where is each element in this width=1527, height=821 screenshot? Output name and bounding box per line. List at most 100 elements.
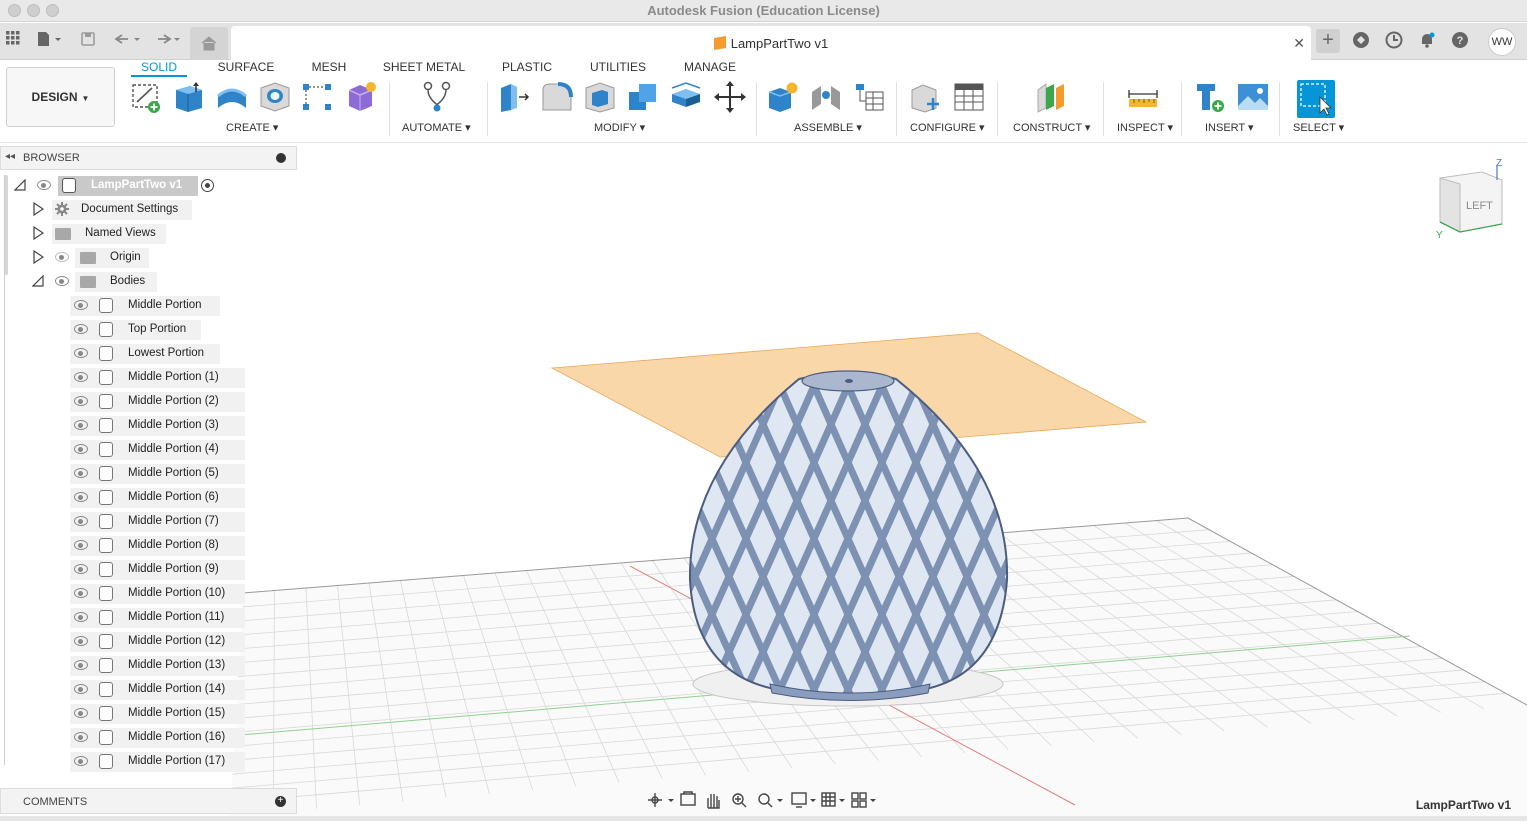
tree-item-origin[interactable]: Origin	[0, 247, 297, 268]
revolve-icon[interactable]	[215, 80, 249, 114]
create-group-label[interactable]: CREATE ▾	[226, 121, 278, 134]
tab-solid[interactable]: SOLID	[131, 60, 187, 77]
visibility-eye-icon[interactable]	[74, 684, 88, 694]
visibility-eye-icon[interactable]	[74, 564, 88, 574]
visibility-eye-icon[interactable]	[74, 540, 88, 550]
visibility-eye-icon[interactable]	[74, 612, 88, 622]
select-group-label[interactable]: SELECT ▾	[1293, 121, 1344, 134]
offset-face-icon[interactable]	[669, 80, 703, 114]
assemble-group-label[interactable]: ASSEMBLE ▾	[794, 121, 862, 134]
joint-icon[interactable]	[809, 80, 843, 114]
home-tab[interactable]	[190, 27, 228, 60]
tree-item-body[interactable]: Middle Portion (5)	[0, 463, 297, 484]
offset-plane-icon[interactable]	[1034, 80, 1068, 114]
hole-icon[interactable]	[258, 80, 292, 114]
tab-surface[interactable]: SURFACE	[215, 60, 277, 77]
hidden-eye-icon[interactable]	[55, 252, 69, 262]
insert-canvas-icon[interactable]	[1236, 80, 1270, 114]
combine-icon[interactable]	[626, 80, 660, 114]
browser-options-icon[interactable]	[276, 153, 286, 163]
visibility-eye-icon[interactable]	[74, 420, 88, 430]
visibility-eye-icon[interactable]	[74, 708, 88, 718]
visibility-eye-icon[interactable]	[74, 732, 88, 742]
view-cube[interactable]: LEFT Z Y	[1432, 158, 1512, 241]
visibility-eye-icon[interactable]	[74, 444, 88, 454]
press-pull-icon[interactable]	[497, 80, 531, 114]
visibility-eye-icon[interactable]	[74, 372, 88, 382]
visibility-eye-icon[interactable]	[74, 588, 88, 598]
automate-icon[interactable]	[420, 80, 454, 114]
workspace-switcher-button[interactable]: DESIGN ▼	[6, 67, 115, 127]
extrude-icon[interactable]	[172, 80, 206, 114]
modify-group-label[interactable]: MODIFY ▾	[594, 121, 645, 134]
tree-item-body[interactable]: Middle Portion (6)	[0, 487, 297, 508]
add-comment-icon[interactable]: +	[275, 796, 286, 807]
tree-item-named-views[interactable]: Named Views	[0, 223, 297, 244]
visibility-eye-icon[interactable]	[74, 468, 88, 478]
visibility-eye-icon[interactable]	[74, 660, 88, 670]
move-copy-icon[interactable]	[713, 80, 747, 114]
tab-sheet-metal[interactable]: SHEET METAL	[381, 60, 467, 77]
bill-of-materials-icon[interactable]	[852, 80, 886, 114]
save-icon[interactable]	[77, 31, 99, 51]
tree-item-body[interactable]: Middle Portion (14)	[0, 679, 297, 700]
inspect-group-label[interactable]: INSPECT ▾	[1117, 121, 1173, 134]
undo-icon[interactable]	[110, 31, 144, 51]
visibility-eye-icon[interactable]	[74, 396, 88, 406]
tab-plastic[interactable]: PLASTIC	[497, 60, 557, 77]
shell-icon[interactable]	[583, 80, 617, 114]
configuration-table-icon[interactable]	[952, 80, 986, 114]
tree-item-body[interactable]: Middle Portion (11)	[0, 607, 297, 628]
help-icon[interactable]: ?	[1449, 31, 1471, 51]
insert-group-label[interactable]: INSERT ▾	[1205, 121, 1254, 134]
window-select-button[interactable]	[1297, 80, 1335, 118]
tree-root[interactable]: LampPartTwo v1	[0, 175, 297, 196]
configure-group-label[interactable]: CONFIGURE ▾	[910, 121, 985, 134]
tree-item-body[interactable]: Middle Portion (7)	[0, 511, 297, 532]
tree-item-body[interactable]: Middle Portion (12)	[0, 631, 297, 652]
construct-group-label[interactable]: CONSTRUCT ▾	[1013, 121, 1090, 134]
extensions-icon[interactable]	[1350, 31, 1372, 51]
file-menu-icon[interactable]	[33, 31, 65, 51]
tree-item-body[interactable]: Middle Portion (3)	[0, 415, 297, 436]
tree-item-body[interactable]: Middle Portion (17)	[0, 751, 297, 772]
visibility-eye-icon[interactable]	[74, 348, 88, 358]
tree-item-bodies[interactable]: Bodies	[0, 271, 297, 292]
redo-icon[interactable]	[150, 31, 184, 51]
tree-item-body[interactable]: Middle Portion (13)	[0, 655, 297, 676]
tree-item-body[interactable]: Top Portion	[0, 319, 297, 340]
tree-item-body[interactable]: Lowest Portion	[0, 343, 297, 364]
tab-utilities[interactable]: UTILITIES	[587, 60, 649, 77]
close-tab-icon[interactable]: ✕	[1293, 35, 1305, 52]
configure-design-icon[interactable]	[909, 80, 943, 114]
tree-item-body[interactable]: Middle Portion (1)	[0, 367, 297, 388]
create-form-icon[interactable]	[344, 80, 378, 114]
collapse-panel-icon[interactable]: ◂◂	[5, 151, 15, 162]
tree-item-body[interactable]: Middle Portion (9)	[0, 559, 297, 580]
tab-mesh[interactable]: MESH	[307, 60, 351, 77]
new-tab-plus-icon[interactable]: +	[1316, 29, 1340, 53]
tree-item-body[interactable]: Middle Portion (2)	[0, 391, 297, 412]
tree-item-body[interactable]: Middle Portion (16)	[0, 727, 297, 748]
user-avatar[interactable]: WW	[1488, 28, 1516, 56]
activate-radio-icon[interactable]	[201, 179, 214, 192]
new-component-icon[interactable]	[766, 80, 800, 114]
visibility-eye-icon[interactable]	[74, 492, 88, 502]
visibility-eye-icon[interactable]	[55, 276, 69, 286]
visibility-eye-icon[interactable]	[74, 300, 88, 310]
fillet-icon[interactable]	[540, 80, 574, 114]
tab-manage[interactable]: MANAGE	[679, 60, 741, 77]
tree-item-body[interactable]: Middle Portion (10)	[0, 583, 297, 604]
tree-item-body[interactable]: Middle Portion (4)	[0, 439, 297, 460]
data-panel-grid-icon[interactable]	[2, 31, 24, 51]
measure-icon[interactable]	[1126, 80, 1160, 114]
tree-item-body[interactable]: Middle Portion (15)	[0, 703, 297, 724]
visibility-eye-icon[interactable]	[74, 636, 88, 646]
document-tab[interactable]: LampPartTwo v1 ✕	[231, 26, 1311, 60]
create-sketch-icon[interactable]	[130, 80, 164, 114]
visibility-eye-icon[interactable]	[74, 324, 88, 334]
visibility-eye-icon[interactable]	[37, 180, 51, 190]
comments-panel[interactable]: COMMENTS +	[0, 788, 297, 814]
insert-derive-icon[interactable]	[1194, 80, 1228, 114]
notifications-bell-icon[interactable]	[1416, 31, 1438, 51]
